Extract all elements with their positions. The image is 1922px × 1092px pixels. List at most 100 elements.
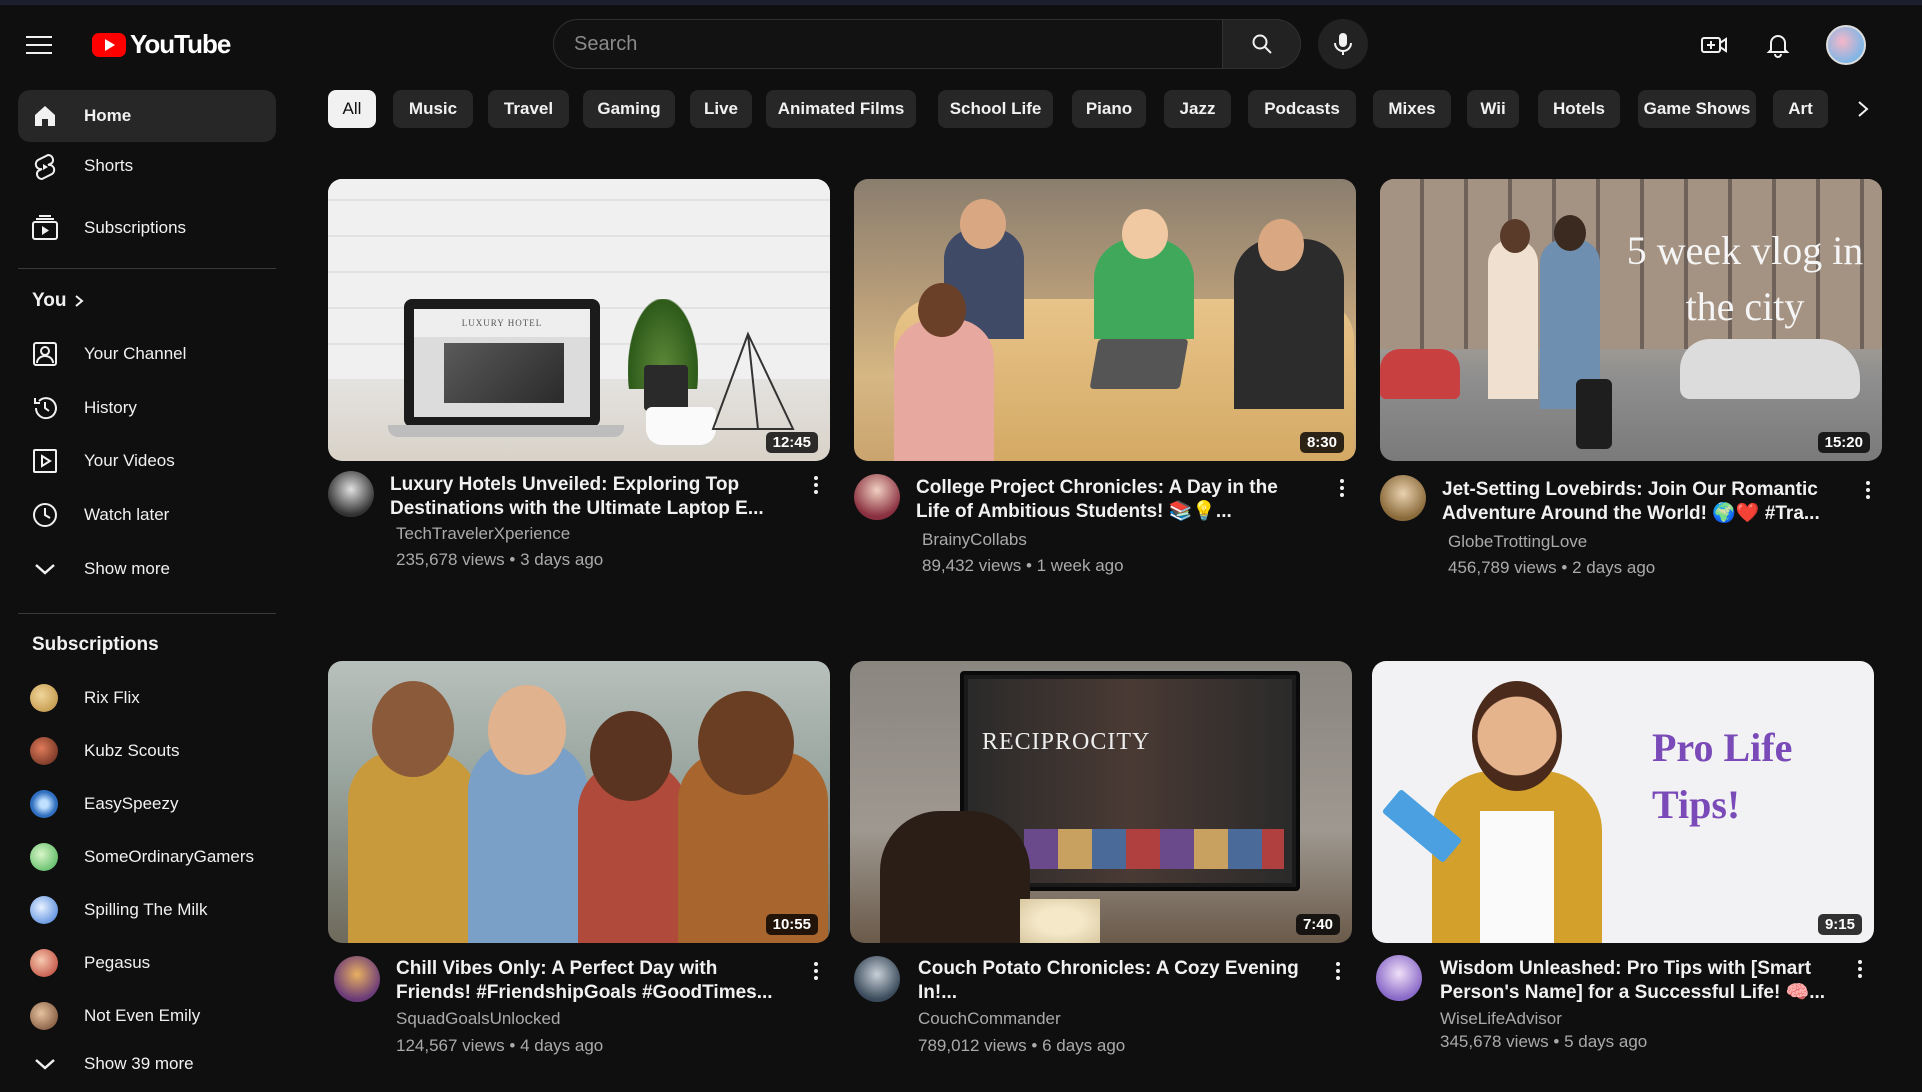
sidebar-show-more-subscriptions[interactable]: Show 39 more	[18, 1038, 276, 1090]
chip-animated-films[interactable]: Animated Films	[766, 90, 916, 128]
more-actions-icon[interactable]	[1332, 474, 1352, 502]
channel-avatar[interactable]	[1380, 475, 1426, 521]
chip-music[interactable]: Music	[393, 90, 473, 128]
video-thumbnail[interactable]: 10:55	[328, 661, 830, 943]
search-input[interactable]	[553, 19, 1223, 69]
chip-all[interactable]: All	[328, 90, 376, 128]
more-actions-icon[interactable]	[1328, 957, 1348, 985]
video-card: RECIPROCITY 7:40 Couch Potato Chronicles…	[850, 661, 1352, 1061]
video-thumbnail[interactable]: 5 week vlog in the city 15:20	[1380, 179, 1882, 461]
channel-avatar[interactable]	[854, 956, 900, 1002]
sidebar-sub-pegasus[interactable]: Pegasus	[18, 937, 276, 989]
channel-name[interactable]: GlobeTrottingLove	[1448, 532, 1587, 552]
shorts-icon	[30, 151, 60, 181]
channel-name[interactable]: BrainyCollabs	[922, 530, 1027, 550]
sidebar-item-label: Show more	[84, 559, 170, 578]
sidebar-item-label: Spilling The Milk	[84, 900, 208, 919]
chip-mixes[interactable]: Mixes	[1373, 90, 1451, 128]
plant-pot	[644, 365, 688, 411]
account-avatar[interactable]	[1826, 25, 1866, 65]
sidebar-item-label: Kubz Scouts	[84, 741, 180, 760]
chip-jazz[interactable]: Jazz	[1164, 90, 1231, 128]
menu-icon[interactable]	[26, 27, 62, 63]
subscriptions-icon	[30, 213, 60, 243]
channel-name[interactable]: SquadGoalsUnlocked	[396, 1009, 560, 1029]
search-button[interactable]	[1223, 19, 1301, 69]
video-duration: 9:15	[1817, 914, 1862, 935]
more-actions-icon[interactable]	[1858, 476, 1878, 504]
sidebar-sub-kubz-scouts[interactable]: Kubz Scouts	[18, 725, 276, 777]
popcorn-bowl	[1020, 899, 1100, 943]
video-thumbnail[interactable]: 8:30	[854, 179, 1356, 461]
channel-avatar[interactable]	[334, 956, 380, 1002]
category-chips: All Music Travel Gaming Live Animated Fi…	[328, 90, 1848, 128]
chip-art[interactable]: Art	[1773, 90, 1828, 128]
mug	[646, 407, 716, 445]
chip-hotels[interactable]: Hotels	[1538, 90, 1620, 128]
video-title[interactable]: Chill Vibes Only: A Perfect Day with Fri…	[396, 957, 796, 1005]
video-title[interactable]: Jet-Setting Lovebirds: Join Our Romantic…	[1442, 478, 1842, 526]
sidebar-item-your-channel[interactable]: Your Channel	[18, 328, 276, 380]
thumbnail-overlay-text: Pro Life Tips!	[1652, 725, 1793, 827]
sidebar-item-label: Your Videos	[84, 451, 175, 470]
sidebar-sub-easyspeezy[interactable]: EasySpeezy	[18, 778, 276, 830]
sidebar-sub-rix-flix[interactable]: Rix Flix	[18, 672, 276, 724]
sidebar-show-more[interactable]: Show more	[18, 543, 276, 595]
chip-live[interactable]: Live	[690, 90, 752, 128]
notifications-button[interactable]	[1760, 27, 1796, 63]
chip-school-life[interactable]: School Life	[938, 90, 1053, 128]
sidebar-item-shorts[interactable]: Shorts	[18, 140, 276, 192]
chip-gaming[interactable]: Gaming	[583, 90, 675, 128]
video-duration: 10:55	[765, 914, 818, 935]
more-actions-icon[interactable]	[806, 471, 826, 499]
sidebar-sub-spilling-the-milk[interactable]: Spilling The Milk	[18, 884, 276, 936]
chips-next-button[interactable]	[1846, 92, 1880, 126]
youtube-logo[interactable]: YouTube	[92, 29, 231, 60]
youtube-play-icon	[92, 32, 126, 57]
sidebar-item-label: Your Channel	[84, 344, 187, 363]
channel-avatar	[30, 737, 58, 765]
laptop	[1089, 339, 1189, 389]
sidebar-item-history[interactable]: History	[18, 382, 276, 434]
channel-name[interactable]: WiseLifeAdvisor	[1440, 1009, 1562, 1029]
video-title[interactable]: Couch Potato Chronicles: A Cozy Evening …	[918, 957, 1318, 1005]
video-title[interactable]: Wisdom Unleashed: Pro Tips with [Smart P…	[1440, 957, 1840, 1005]
subscriptions-heading: Subscriptions	[32, 634, 159, 655]
sidebar-sub-not-even-emily[interactable]: Not Even Emily	[18, 990, 276, 1042]
sidebar-item-label: SomeOrdinaryGamers	[84, 847, 255, 866]
chip-podcasts[interactable]: Podcasts	[1248, 90, 1356, 128]
sidebar-item-label: Not Even Emily	[84, 1006, 201, 1025]
chip-travel[interactable]: Travel	[488, 90, 569, 128]
sidebar-item-watch-later[interactable]: Watch later	[18, 489, 276, 541]
sidebar-sub-someordinarygamers[interactable]: SomeOrdinaryGamers	[18, 831, 276, 883]
you-heading[interactable]: You	[32, 290, 85, 312]
channel-avatar	[30, 1002, 58, 1030]
sidebar-item-home[interactable]: Home	[18, 90, 276, 142]
more-actions-icon[interactable]	[1850, 955, 1870, 983]
video-thumbnail[interactable]: RECIPROCITY 7:40	[850, 661, 1352, 943]
more-actions-icon[interactable]	[806, 957, 826, 985]
channel-name[interactable]: CouchCommander	[918, 1009, 1061, 1029]
sidebar-item-subscriptions[interactable]: Subscriptions	[18, 202, 276, 254]
video-title[interactable]: Luxury Hotels Unveiled: Exploring Top De…	[390, 473, 790, 521]
channel-avatar[interactable]	[328, 471, 374, 517]
laptop-screen-text: LUXURY HOTEL	[414, 309, 590, 337]
chevron-right-icon	[75, 295, 85, 307]
chip-game-shows[interactable]: Game Shows	[1638, 90, 1756, 128]
channel-avatar	[30, 790, 58, 818]
channel-avatar[interactable]	[854, 474, 900, 520]
video-thumbnail[interactable]: Pro Life Tips! 9:15	[1372, 661, 1874, 943]
chip-wii[interactable]: Wii	[1467, 90, 1519, 128]
channel-avatar[interactable]	[1376, 955, 1422, 1001]
create-video-button[interactable]	[1696, 27, 1732, 63]
channel-avatar	[30, 949, 58, 977]
video-duration: 15:20	[1817, 432, 1870, 453]
channel-name[interactable]: TechTravelerXperience	[396, 524, 570, 544]
chip-piano[interactable]: Piano	[1072, 90, 1146, 128]
watch-later-icon	[30, 500, 60, 530]
video-title[interactable]: College Project Chronicles: A Day in the…	[916, 476, 1316, 524]
divider	[18, 613, 276, 614]
voice-search-button[interactable]	[1318, 19, 1368, 69]
sidebar-item-your-videos[interactable]: Your Videos	[18, 435, 276, 487]
video-thumbnail[interactable]: LUXURY HOTEL 12:45	[328, 179, 830, 461]
